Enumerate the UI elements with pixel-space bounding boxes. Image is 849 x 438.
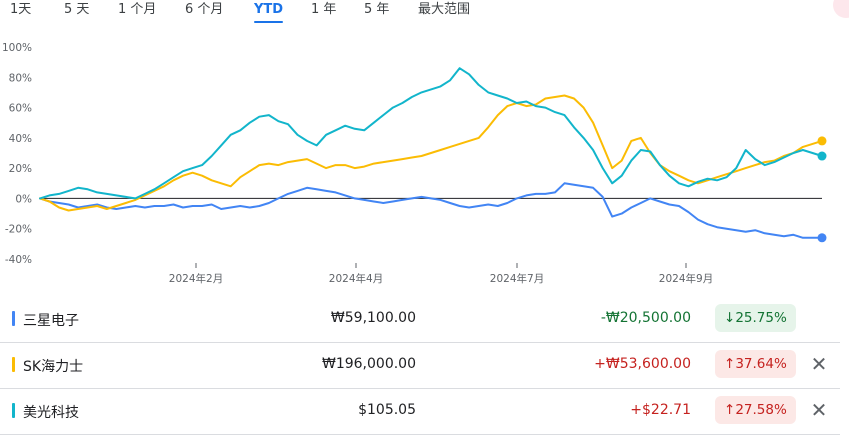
- tab-3[interactable]: 6 个月: [185, 2, 223, 18]
- price-change: -₩20,500.00: [600, 310, 691, 326]
- arrow-up-icon: ↑: [724, 356, 736, 372]
- tab-2[interactable]: 1 个月: [118, 2, 156, 18]
- series-color-bar: [12, 311, 15, 326]
- close-icon: ✕: [810, 398, 828, 422]
- stock-name: 三星电子: [23, 313, 79, 329]
- series-end-marker-0: [817, 233, 827, 243]
- tab-1[interactable]: 5 天: [64, 2, 89, 18]
- comparison-row[interactable]: 三星电子 ₩59,100.00 -₩20,500.00 ↓25.75%: [0, 296, 840, 343]
- series-color-bar: [12, 357, 15, 372]
- percent-change-badge: ↑37.64%: [715, 350, 796, 378]
- tab-label: 最大范围: [418, 2, 471, 17]
- price-change: +$22.71: [630, 402, 691, 418]
- y-tick-label: 60%: [9, 103, 32, 115]
- percent-change-badge: ↑27.58%: [715, 396, 796, 424]
- stock-price: ₩196,000.00: [321, 356, 416, 372]
- time-range-tabs: 1天 5 天 1 个月 6 个月 YTD 1 年 5 年 最大范围: [0, 0, 849, 24]
- tab-label: 6 个月: [185, 2, 224, 17]
- arrow-down-icon: ↓: [724, 310, 736, 326]
- x-tick-label: 2024年7月: [490, 272, 544, 285]
- arrow-up-icon: ↑: [724, 402, 736, 418]
- comparison-row[interactable]: 美光科技 $105.05 +$22.71 ↑27.58% ✕: [0, 388, 840, 435]
- tab-0[interactable]: 1天: [10, 2, 31, 18]
- stock-price: ₩59,100.00: [330, 310, 416, 326]
- series-end-marker-1: [817, 136, 827, 146]
- percent-value: 37.64%: [735, 356, 787, 372]
- percent-change-badge: ↓25.75%: [715, 304, 796, 332]
- stock-name: SK海力士: [23, 359, 84, 375]
- y-tick-label: 0%: [15, 193, 32, 205]
- y-tick-label: -20%: [5, 224, 32, 236]
- tab-7[interactable]: 最大范围: [418, 2, 470, 18]
- tab-4[interactable]: YTD: [254, 2, 284, 23]
- tab-6[interactable]: 5 年: [364, 2, 389, 18]
- tab-label: 5 天: [64, 2, 90, 17]
- remove-comparison-button[interactable]: ✕: [808, 353, 830, 375]
- series-line-2: [39, 67, 823, 200]
- close-icon: ✕: [810, 352, 828, 376]
- active-tab-underline: [254, 21, 284, 23]
- price-change: +₩53,600.00: [594, 356, 691, 372]
- comparison-chart: 100% 80% 60% 40% 20% 0% -20% -40% 2024年2月 2024年4月…: [2, 42, 827, 285]
- y-tick-label: 80%: [9, 72, 32, 84]
- tab-label: 1天: [10, 2, 32, 17]
- x-tick-label: 2024年9月: [659, 272, 713, 285]
- y-tick-label: 40%: [9, 133, 32, 145]
- x-tick-label: 2024年4月: [329, 272, 383, 285]
- stock-name: 美光科技: [23, 405, 79, 421]
- percent-value: 25.75%: [735, 310, 787, 326]
- tab-label: 1 年: [311, 2, 337, 17]
- tab-label: 1 个月: [118, 2, 157, 17]
- series-color-bar: [12, 403, 15, 418]
- series-line-0: [39, 182, 823, 239]
- tab-label: YTD: [254, 2, 284, 17]
- remove-comparison-button[interactable]: ✕: [808, 399, 830, 421]
- y-tick-label: 100%: [2, 42, 32, 54]
- percent-value: 27.58%: [735, 402, 787, 418]
- x-tick-label: 2024年2月: [169, 272, 223, 285]
- series-end-marker-2: [817, 151, 827, 161]
- series-line-1: [39, 94, 823, 212]
- y-tick-label: -40%: [5, 254, 32, 266]
- y-tick-label: 20%: [9, 163, 32, 175]
- tab-5[interactable]: 1 年: [311, 2, 336, 18]
- stock-price: $105.05: [358, 402, 416, 418]
- comparison-row[interactable]: SK海力士 ₩196,000.00 +₩53,600.00 ↑37.64% ✕: [0, 342, 840, 389]
- tab-label: 5 年: [364, 2, 390, 17]
